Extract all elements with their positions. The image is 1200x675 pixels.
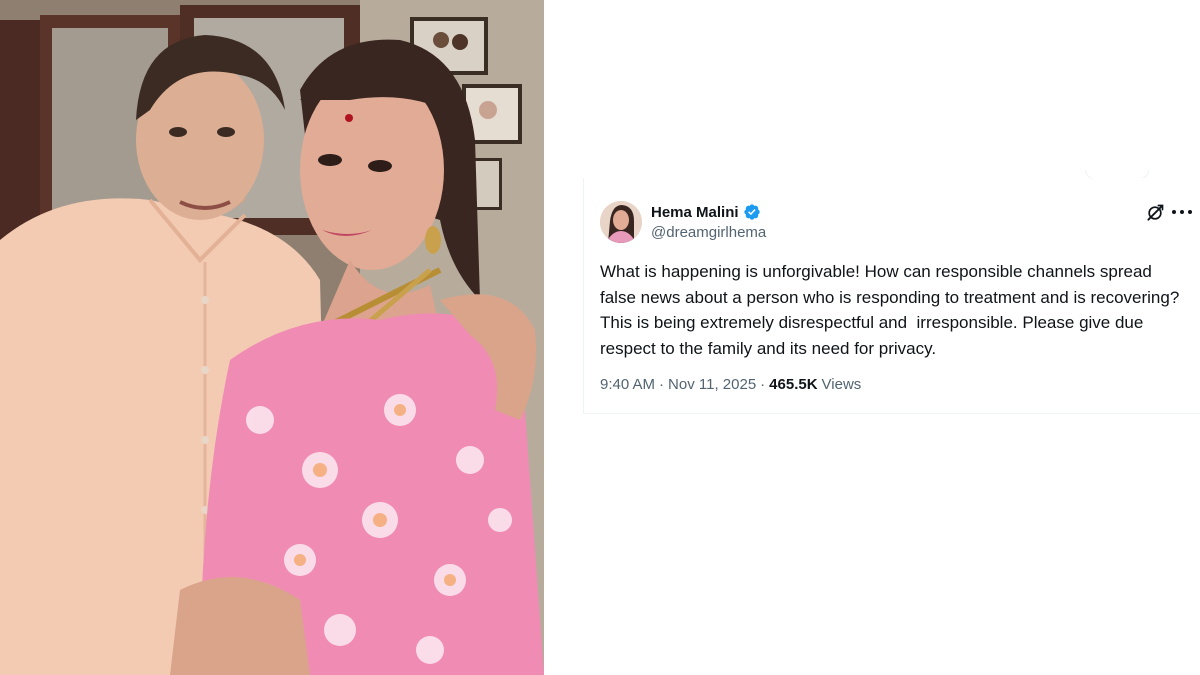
tweet-date[interactable]: Nov 11, 2025 <box>668 376 756 393</box>
views-count[interactable]: 465.5K <box>769 376 817 393</box>
author-handle[interactable]: @dreamgirlhema <box>651 224 766 241</box>
tweet-time[interactable]: 9:40 AM <box>600 376 655 393</box>
avatar-image <box>600 201 642 243</box>
meta-separator: · <box>659 376 665 393</box>
more-dot <box>1188 210 1192 214</box>
tweet-text: What is happening is unforgivable! How c… <box>600 262 1184 358</box>
author-name[interactable]: Hema Malini <box>651 204 739 221</box>
more-dot <box>1172 210 1176 214</box>
more-dot <box>1180 210 1184 214</box>
author-name-row[interactable]: Hema Malini <box>651 202 761 222</box>
views-label: Views <box>821 376 862 393</box>
author-avatar[interactable] <box>600 201 642 243</box>
meta-separator: · <box>760 376 766 393</box>
couple-photo-image <box>0 0 544 675</box>
more-options-icon[interactable] <box>1172 210 1192 216</box>
grok-icon[interactable] <box>1145 203 1165 223</box>
tweet-meta: 9:40 AM · Nov 11, 2025 · 465.5K Views <box>600 376 861 393</box>
photo <box>0 0 544 675</box>
verified-badge-icon <box>743 204 760 220</box>
